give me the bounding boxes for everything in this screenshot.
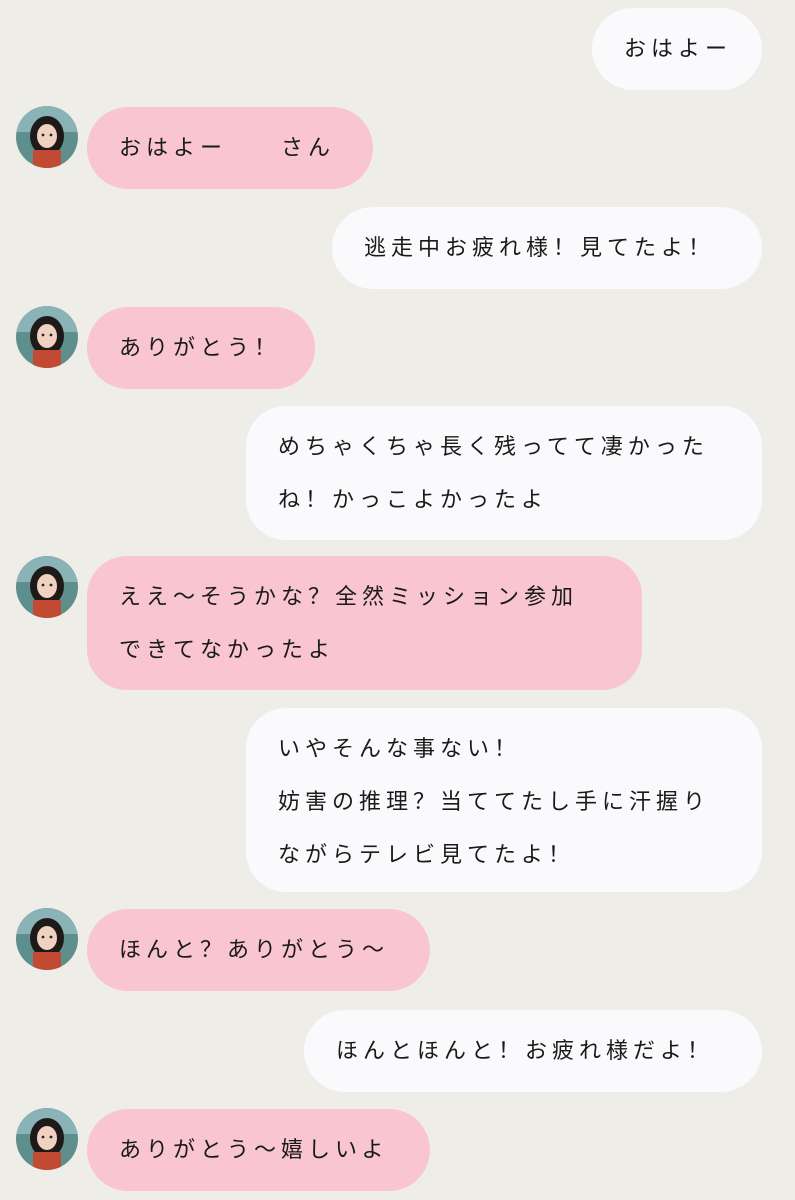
- message-text-line: できてなかったよ: [119, 638, 336, 663]
- outgoing-message-bubble: ほんとほんと！お疲れ様だよ！: [304, 1010, 762, 1092]
- message-text-line: おはよー: [624, 37, 733, 62]
- message-text-line: 逃走中お疲れ様！見てたよ！: [364, 236, 716, 261]
- incoming-message-bubble: ありがとう〜嬉しいよ: [87, 1109, 430, 1191]
- message-text-line: ええ〜そうかな？全然ミッション参加: [119, 585, 579, 610]
- message-text-line: おはよー さん: [119, 136, 336, 161]
- contact-avatar[interactable]: [16, 106, 78, 168]
- message-text-line: ありがとう〜嬉しいよ: [119, 1138, 389, 1163]
- message-text-line: めちゃくちゃ長く残ってて凄かった: [278, 435, 709, 460]
- avatar-photo: [16, 306, 78, 368]
- avatar-photo: [16, 1108, 78, 1170]
- outgoing-message-bubble: いやそんな事ない！ 妨害の推理？当ててたし手に汗握り ながらテレビ見てたよ！: [246, 708, 762, 892]
- outgoing-message-bubble: 逃走中お疲れ様！見てたよ！: [332, 207, 762, 289]
- message-text-line: ほんとほんと！お疲れ様だよ！: [336, 1039, 715, 1064]
- incoming-message-bubble: ほんと？ありがとう〜: [87, 909, 430, 991]
- outgoing-message-bubble: おはよー: [592, 8, 762, 90]
- message-text-line: ながらテレビ見てたよ！: [278, 843, 576, 868]
- contact-avatar[interactable]: [16, 1108, 78, 1170]
- contact-avatar[interactable]: [16, 306, 78, 368]
- message-text-line: ありがとう！: [119, 336, 282, 361]
- message-text-line: 妨害の推理？当ててたし手に汗握り: [278, 790, 711, 815]
- contact-avatar[interactable]: [16, 908, 78, 970]
- incoming-message-bubble: ありがとう！: [87, 307, 315, 389]
- contact-avatar[interactable]: [16, 556, 78, 618]
- avatar-photo: [16, 556, 78, 618]
- incoming-message-bubble: おはよー さん: [87, 107, 373, 189]
- chat-screen: おはよー おはよー さん 逃走中お疲れ様！見てたよ！ ありがとう！ めちゃくちゃ…: [0, 0, 795, 1200]
- message-text-line: ね！かっこよかったよ: [278, 488, 549, 513]
- incoming-message-bubble: ええ〜そうかな？全然ミッション参加 できてなかったよ: [87, 556, 642, 690]
- outgoing-message-bubble: めちゃくちゃ長く残ってて凄かった ね！かっこよかったよ: [246, 406, 762, 540]
- avatar-photo: [16, 106, 78, 168]
- message-text-line: いやそんな事ない！: [278, 737, 522, 762]
- avatar-photo: [16, 908, 78, 970]
- message-text-line: ほんと？ありがとう〜: [119, 938, 390, 963]
